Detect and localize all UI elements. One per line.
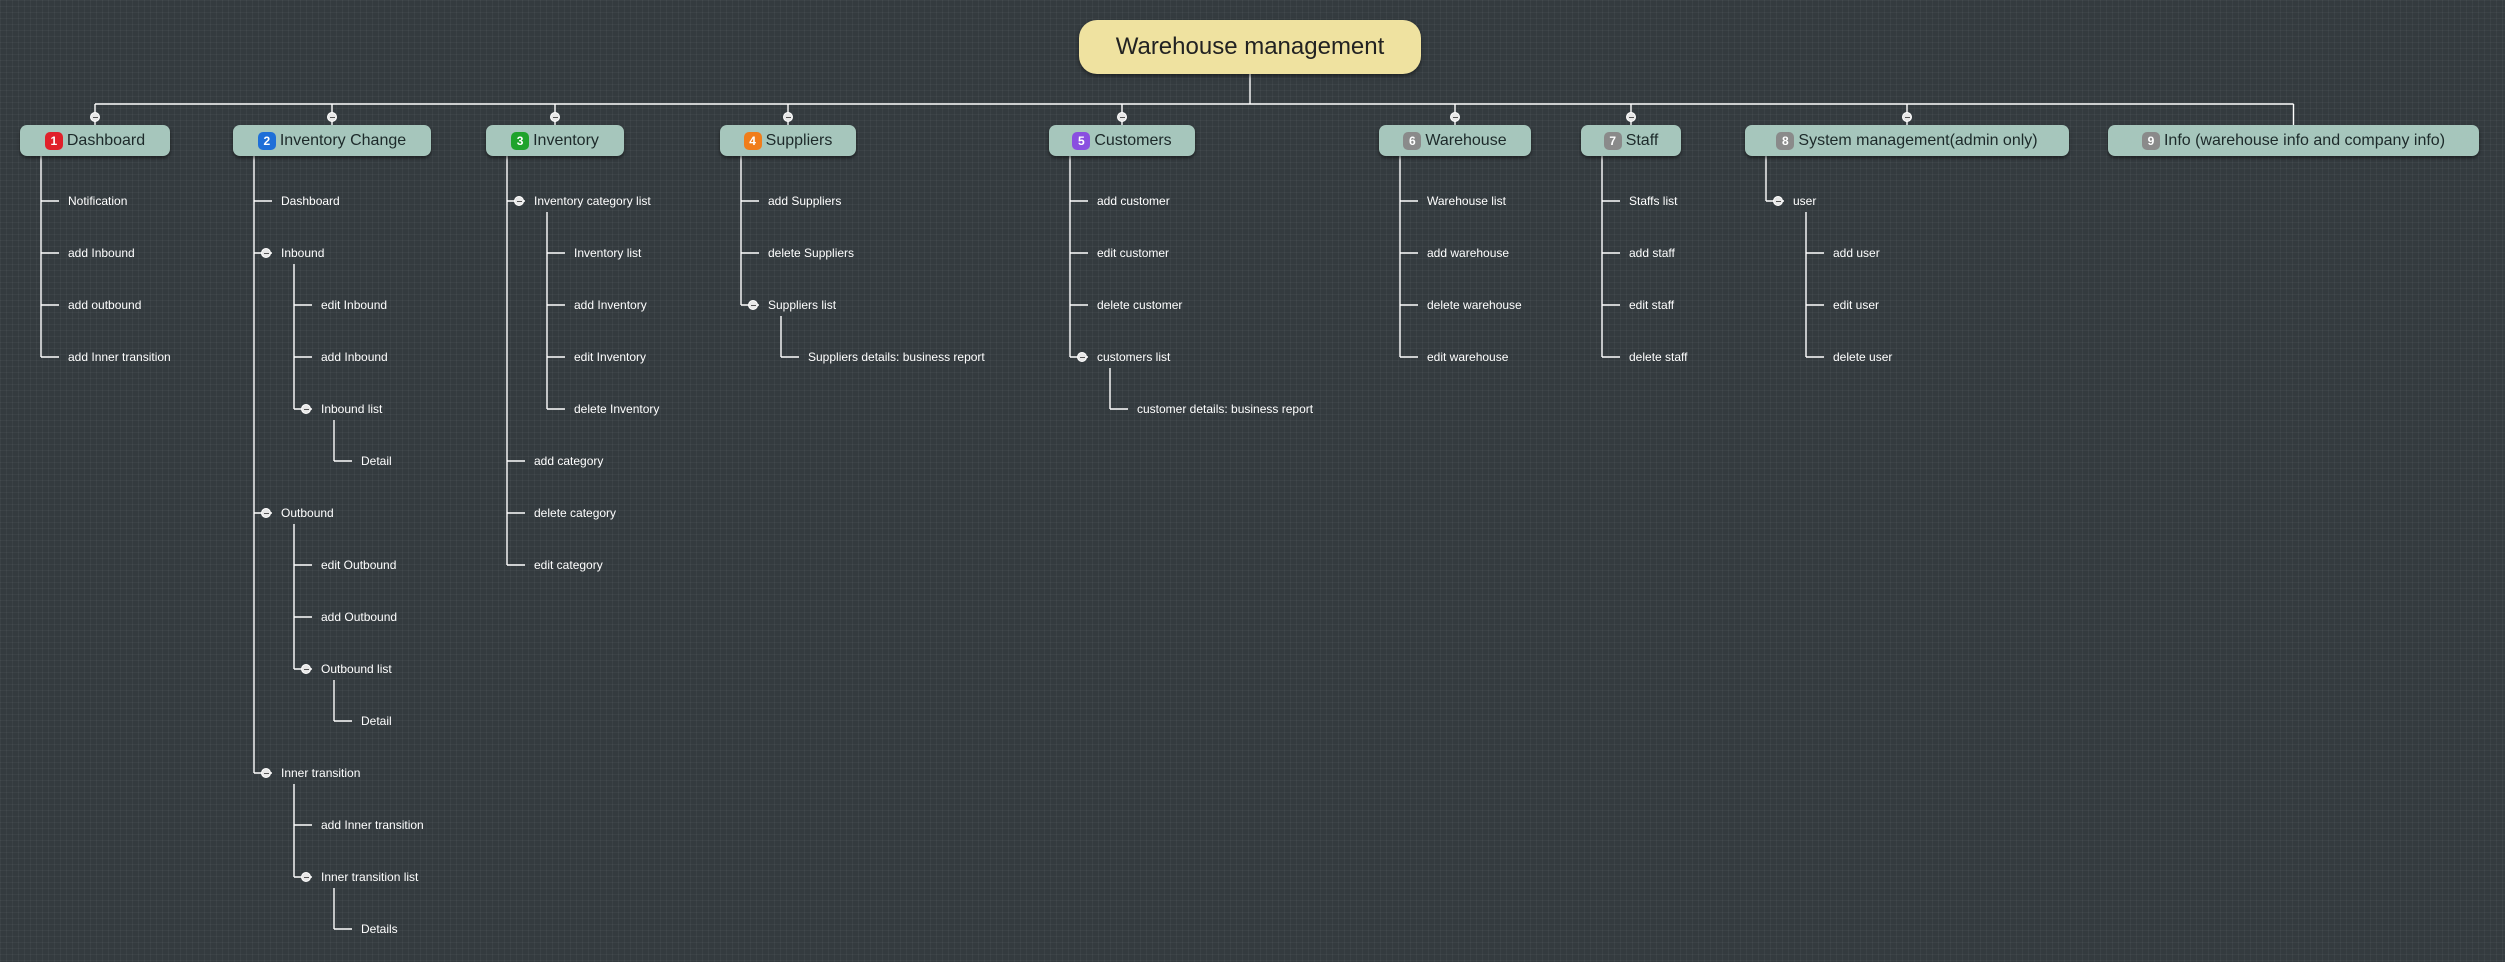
number-badge-icon: 4 [743,131,762,150]
node-add-outbound[interactable]: add Outbound [321,610,397,624]
node-edit-customer[interactable]: edit customer [1097,246,1169,260]
branch-inventory-change[interactable]: 2 Inventory Change [233,125,431,156]
branch-label: Staff [1625,131,1659,149]
node-delete-warehouse[interactable]: delete warehouse [1427,298,1522,312]
number-badge-icon: 8 [1776,131,1795,150]
collapse-toggle-icon[interactable] [301,404,311,414]
node-inner-transition-list[interactable]: Inner transition list [321,870,418,884]
number-badge-icon: 2 [257,131,276,150]
branch-toggle-icon[interactable] [550,112,560,122]
branch-toggle-icon[interactable] [1902,112,1912,122]
node-add-inner-transition[interactable]: add Inner transition [68,350,171,364]
branch-label: Warehouse [1425,131,1507,149]
number-badge-icon: 7 [1603,131,1622,150]
branch-staff[interactable]: 7 Staff [1581,125,1681,156]
branch-toggle-icon[interactable] [327,112,337,122]
branch-suppliers[interactable]: 4 Suppliers [720,125,856,156]
branch-toggle-icon[interactable] [1450,112,1460,122]
node-details[interactable]: Details [361,922,398,936]
node-delete-staff[interactable]: delete staff [1629,350,1688,364]
node-inbound[interactable]: Inbound [281,246,324,260]
node-dashboard[interactable]: Dashboard [281,194,340,208]
node-edit-staff[interactable]: edit staff [1629,298,1674,312]
node-delete-user[interactable]: delete user [1833,350,1892,364]
branch-toggle-icon[interactable] [90,112,100,122]
root-topic[interactable]: Warehouse management [1079,20,1421,74]
collapse-toggle-icon[interactable] [1077,352,1087,362]
node-inbound-list[interactable]: Inbound list [321,402,382,416]
node-delete-suppliers[interactable]: delete Suppliers [768,246,854,260]
branch-label: Inventory [533,131,599,149]
node-add-customer[interactable]: add customer [1097,194,1170,208]
node-add-staff[interactable]: add staff [1629,246,1675,260]
number-badge-icon: 1 [44,131,63,150]
collapse-toggle-icon[interactable] [514,196,524,206]
node-add-inbound[interactable]: add Inbound [321,350,388,364]
node-inventory-list[interactable]: Inventory list [574,246,641,260]
branch-label: Info (warehouse info and company info) [2163,131,2446,149]
branch-toggle-icon[interactable] [1626,112,1636,122]
branch-warehouse[interactable]: 6 Warehouse [1379,125,1531,156]
branch-label: Dashboard [66,131,146,149]
collapse-toggle-icon[interactable] [301,872,311,882]
node-add-inner-transition[interactable]: add Inner transition [321,818,424,832]
node-detail[interactable]: Detail [361,714,392,728]
number-badge-icon: 5 [1072,131,1091,150]
node-inner-transition[interactable]: Inner transition [281,766,360,780]
node-edit-inbound[interactable]: edit Inbound [321,298,387,312]
node-outbound[interactable]: Outbound [281,506,334,520]
branch-label: Customers [1094,131,1172,149]
node-add-suppliers[interactable]: add Suppliers [768,194,841,208]
branch-toggle-icon[interactable] [1117,112,1127,122]
branch-info-warehouse-info-and-company-info[interactable]: 9 Info (warehouse info and company info) [2108,125,2479,156]
collapse-toggle-icon[interactable] [261,508,271,518]
collapse-toggle-icon[interactable] [1773,196,1783,206]
node-add-category[interactable]: add category [534,454,603,468]
node-add-warehouse[interactable]: add warehouse [1427,246,1509,260]
node-delete-inventory[interactable]: delete Inventory [574,402,659,416]
node-inventory-category-list[interactable]: Inventory category list [534,194,651,208]
node-edit-user[interactable]: edit user [1833,298,1879,312]
node-user[interactable]: user [1793,194,1816,208]
node-detail[interactable]: Detail [361,454,392,468]
node-notification[interactable]: Notification [68,194,127,208]
node-add-outbound[interactable]: add outbound [68,298,141,312]
node-add-user[interactable]: add user [1833,246,1880,260]
branch-label: System management(admin only) [1798,131,2038,149]
branch-label: Inventory Change [279,131,407,149]
node-staffs-list[interactable]: Staffs list [1629,194,1677,208]
node-customers-list[interactable]: customers list [1097,350,1170,364]
branch-toggle-icon[interactable] [783,112,793,122]
node-customer-details-business-report[interactable]: customer details: business report [1137,402,1313,416]
collapse-toggle-icon[interactable] [748,300,758,310]
branch-system-management-admin-only[interactable]: 8 System management(admin only) [1745,125,2069,156]
node-edit-outbound[interactable]: edit Outbound [321,558,396,572]
node-edit-category[interactable]: edit category [534,558,603,572]
node-edit-inventory[interactable]: edit Inventory [574,350,646,364]
branch-label: Suppliers [765,131,833,149]
number-badge-icon: 3 [511,131,530,150]
branch-dashboard[interactable]: 1 Dashboard [20,125,170,156]
node-suppliers-details-business-report[interactable]: Suppliers details: business report [808,350,985,364]
node-add-inbound[interactable]: add Inbound [68,246,135,260]
number-badge-icon: 9 [2141,131,2160,150]
number-badge-icon: 6 [1403,131,1422,150]
node-suppliers-list[interactable]: Suppliers list [768,298,836,312]
node-outbound-list[interactable]: Outbound list [321,662,392,676]
branch-inventory[interactable]: 3 Inventory [486,125,624,156]
node-delete-category[interactable]: delete category [534,506,616,520]
node-delete-customer[interactable]: delete customer [1097,298,1182,312]
collapse-toggle-icon[interactable] [261,768,271,778]
collapse-toggle-icon[interactable] [301,664,311,674]
branch-customers[interactable]: 5 Customers [1049,125,1195,156]
root-topic-label: Warehouse management [1115,33,1385,60]
collapse-toggle-icon[interactable] [261,248,271,258]
node-edit-warehouse[interactable]: edit warehouse [1427,350,1508,364]
node-warehouse-list[interactable]: Warehouse list [1427,194,1506,208]
node-add-inventory[interactable]: add Inventory [574,298,647,312]
